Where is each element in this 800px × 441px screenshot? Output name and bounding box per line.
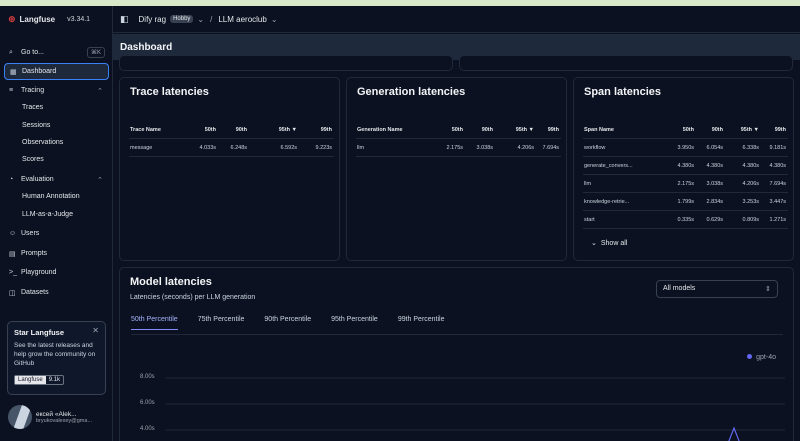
sidebar-item-playground[interactable]: >_ Playground (4, 264, 109, 281)
sidebar-item-traces[interactable]: Traces (4, 99, 109, 116)
sidebar-item-dashboard[interactable]: ▦ Dashboard (4, 63, 109, 80)
chevron-up-icon: ⌃ (97, 176, 103, 184)
generation-latency-table: Generation Name 50th 90th 95th ▼ 99th ll… (356, 121, 561, 157)
sidebar-item-evaluation[interactable]: ◔ Evaluation ⌃ (4, 171, 109, 188)
sidebar-item-scores[interactable]: Scores (4, 151, 109, 168)
goto-button[interactable]: ⌕ Go to... ⌘K (4, 44, 109, 61)
avatar (8, 405, 32, 429)
github-star-count: 9.1k (48, 377, 61, 383)
table-row[interactable]: llm 2.175s 3.038s 4.206s 7.694s (356, 139, 561, 157)
sidebar-item-prompts[interactable]: ▤ Prompts (4, 245, 109, 262)
sidebar-item-users[interactable]: ☺ Users (4, 225, 109, 242)
chevron-down-icon[interactable]: ⌄ (271, 15, 278, 24)
chevron-down-icon: ⌄ (591, 240, 597, 247)
terminal-icon: >_ (9, 269, 17, 276)
environment-name[interactable]: LLM aeroclub (218, 15, 266, 24)
topbar: ◧ Dify rag Hobby ⌄ / LLM aeroclub ⌄ (113, 6, 800, 33)
app-name: Langfuse (19, 15, 56, 24)
sidebar-item-observations[interactable]: Observations (4, 134, 109, 151)
table-header: Span Name 50th 90th 95th ▼ 99th (583, 121, 788, 139)
sidebar-item-human-annotation[interactable]: Human Annotation (4, 188, 109, 205)
user-email: bryukovalexey@gma... (36, 417, 93, 424)
langfuse-logo-icon: ⊕ (8, 14, 16, 24)
model-latencies-card: Model latencies Latencies (seconds) per … (119, 267, 794, 441)
table-row[interactable]: generate_convers... 4.380s 4.380s 4.380s… (583, 157, 788, 175)
trace-latencies-card: Trace latencies Trace Name 50th 90th 95t… (119, 77, 340, 261)
brand[interactable]: ⊕ Langfuse v3.34.1 (0, 6, 112, 33)
table-header: Generation Name 50th 90th 95th ▼ 99th (356, 121, 561, 139)
chevron-down-icon[interactable]: ⌄ (197, 15, 204, 24)
user-name: ексей «Alek... (36, 410, 77, 418)
y-tick-label: 8.00s (140, 374, 155, 380)
latency-chart (165, 377, 785, 441)
card-title: Span latencies (584, 86, 662, 98)
card-title: Generation latencies (357, 86, 466, 98)
plan-badge: Hobby (170, 15, 194, 23)
span-latency-table: Span Name 50th 90th 95th ▼ 99th workflow… (583, 121, 788, 229)
project-name[interactable]: Dify rag (139, 15, 167, 24)
table-header: Trace Name 50th 90th 95th ▼ 99th (129, 121, 334, 139)
table-row[interactable]: knowledge-retrie... 1.799s 2.834s 3.253s… (583, 193, 788, 211)
tracing-icon: ≡ (9, 87, 14, 94)
sidebar-toggle-icon[interactable]: ◧ (120, 14, 129, 25)
sort-95th-header[interactable]: 95th ▼ (741, 127, 759, 133)
show-all-button[interactable]: ⌄ Show all (591, 239, 627, 247)
sidebar-item-llm-as-a-judge[interactable]: LLM-as-a-Judge (4, 206, 109, 223)
users-icon: ☺ (9, 230, 17, 237)
github-icon-label: Langfuse (15, 376, 46, 384)
sidebar-item-tracing[interactable]: ≡ Tracing ⌃ (4, 82, 109, 99)
app-version: v3.34.1 (67, 16, 91, 23)
star-card-title: Star Langfuse (14, 328, 65, 337)
trace-latency-table: Trace Name 50th 90th 95th ▼ 99th message… (129, 121, 334, 157)
user-menu[interactable]: ексей «Alek... bryukovalexey@gma... (8, 402, 108, 432)
partial-card-top-right (459, 55, 793, 71)
dashboard-icon: ▦ (10, 68, 17, 76)
prompts-icon: ▤ (9, 250, 16, 258)
generation-latencies-card: Generation latencies Generation Name 50t… (346, 77, 567, 261)
search-icon: ⌕ (9, 48, 13, 56)
chevron-up-icon: ⌃ (97, 87, 103, 95)
sort-95th-header[interactable]: 95th ▼ (279, 127, 297, 133)
table-row[interactable]: message 4.033s 6.248s 6.592s 9.223s (129, 139, 334, 157)
close-icon[interactable]: ✕ (92, 326, 99, 335)
goto-shortcut: ⌘K (86, 47, 105, 58)
y-tick-label: 6.00s (140, 400, 155, 406)
table-row[interactable]: start 0.335s 0.629s 0.809s 1.271s (583, 211, 788, 229)
star-langfuse-card: Star Langfuse ✕ See the latest releases … (7, 321, 106, 395)
sidebar-item-sessions[interactable]: Sessions (4, 117, 109, 134)
table-row[interactable]: llm 2.175s 3.038s 4.206s 7.694s (583, 175, 788, 193)
github-star-button[interactable]: Langfuse 9.1k (14, 375, 65, 385)
table-row[interactable]: workflow 3.950s 6.054s 6.338s 9.181s (583, 139, 788, 157)
database-icon: ◫ (9, 289, 16, 297)
y-tick-label: 4.00s (140, 426, 155, 432)
sidebar: ⊕ Langfuse v3.34.1 ⌕ Go to... ⌘K ▦ Dashb… (0, 6, 113, 441)
sidebar-item-datasets[interactable]: ◫ Datasets (4, 284, 109, 301)
sort-95th-header[interactable]: 95th ▼ (516, 127, 534, 133)
partial-card-top-left (119, 55, 453, 71)
star-card-description: See the latest releases and help grow th… (14, 342, 96, 367)
breadcrumb-separator: / (210, 14, 213, 24)
card-title: Trace latencies (130, 86, 209, 98)
span-latencies-card: Span latencies Span Name 50th 90th 95th … (573, 77, 794, 261)
evaluation-icon: ◔ (9, 176, 14, 183)
